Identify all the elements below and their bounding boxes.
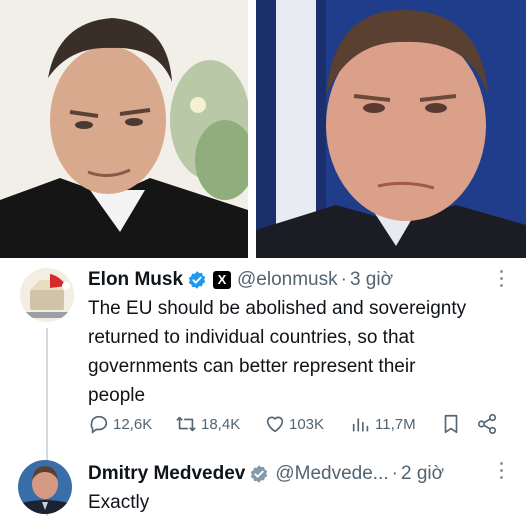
tweet-elon-musk[interactable]: Elon Musk X @elonmusk · 3 giờ The EU sho… bbox=[0, 260, 526, 516]
verified-badge-icon bbox=[249, 464, 269, 484]
tweet-timestamp[interactable]: 2 giờ bbox=[401, 463, 444, 485]
verified-badge-icon bbox=[187, 270, 207, 290]
tweet-actions: 12,6K 18,4K 103K 11,7M bbox=[88, 410, 508, 438]
more-options-icon[interactable] bbox=[498, 462, 504, 479]
like-icon bbox=[266, 416, 284, 433]
tweet-text: The EU should be abolished and sovereign… bbox=[88, 294, 508, 410]
bookmark-button[interactable] bbox=[440, 410, 465, 438]
tweet-header: Elon Musk X @elonmusk · 3 giờ bbox=[88, 266, 393, 294]
tweet-text-line: governments can better represent their bbox=[88, 356, 416, 377]
tweet-dmitry-medvedev[interactable]: Dmitry Medvedev @Medvede... · 2 giờ Exac… bbox=[0, 452, 526, 526]
avatar-elon-musk[interactable] bbox=[20, 268, 74, 322]
author-name[interactable]: Elon Musk bbox=[88, 269, 183, 291]
reply-icon bbox=[90, 415, 108, 434]
share-icon bbox=[477, 414, 497, 434]
photo-dmitry-medvedev[interactable] bbox=[256, 0, 526, 258]
author-name[interactable]: Dmitry Medvedev bbox=[88, 463, 245, 485]
reply-button[interactable]: 12,6K bbox=[88, 410, 152, 438]
bookmark-icon bbox=[444, 414, 458, 434]
retweet-count: 18,4K bbox=[201, 415, 241, 433]
views-count: 11,7M bbox=[375, 415, 416, 433]
like-count: 103K bbox=[289, 415, 325, 433]
tweet-media[interactable] bbox=[0, 0, 526, 258]
author-handle[interactable]: @Medvede... bbox=[275, 463, 388, 485]
views-button[interactable]: 11,7M bbox=[350, 410, 416, 438]
retweet-icon bbox=[176, 416, 196, 432]
avatar-dmitry-medvedev[interactable] bbox=[18, 460, 72, 514]
tweet-text: Exactly bbox=[88, 492, 150, 513]
tweet-text-line: The EU should be abolished and sovereign… bbox=[88, 298, 467, 319]
retweet-button[interactable]: 18,4K bbox=[174, 410, 240, 438]
more-options-icon[interactable] bbox=[498, 270, 504, 287]
author-handle[interactable]: @elonmusk bbox=[237, 269, 338, 291]
like-button[interactable]: 103K bbox=[264, 410, 324, 438]
tweet-header: Dmitry Medvedev @Medvede... · 2 giờ bbox=[88, 460, 444, 488]
share-button[interactable] bbox=[476, 410, 501, 438]
photo-elon-musk[interactable] bbox=[0, 0, 248, 258]
separator-dot: · bbox=[340, 269, 347, 290]
tweet-text-line: returned to individual countries, so tha… bbox=[88, 327, 415, 348]
views-icon bbox=[352, 418, 369, 432]
reply-count: 12,6K bbox=[113, 415, 153, 433]
tweet-text-line: people bbox=[88, 385, 146, 406]
x-logo-icon: X bbox=[213, 271, 232, 289]
tweet-timestamp[interactable]: 3 giờ bbox=[350, 269, 393, 291]
separator-dot: · bbox=[391, 463, 398, 484]
